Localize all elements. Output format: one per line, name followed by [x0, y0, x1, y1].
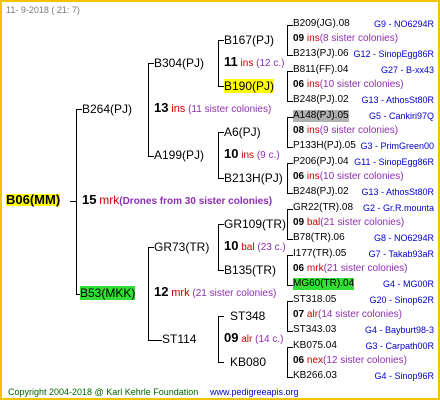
gen1-father-mother: B53(MKK)	[80, 286, 136, 300]
gen4-queen: KB266.03	[293, 370, 337, 381]
gen4-generation-info: G27 - B-xx43	[380, 65, 434, 75]
gen4-queen: A148(PJ).05	[293, 110, 349, 122]
connector-line	[218, 316, 224, 317]
gen4-generation-info: G12 - SinopEgg86R	[353, 49, 434, 59]
connector-line	[76, 109, 77, 294]
gen4-generation-info: G8 - NO6294R	[373, 233, 434, 243]
gen4-generation-info: G20 - Sinop62R	[369, 295, 434, 305]
connector-line	[287, 71, 288, 101]
gen4-queen: P133H(PJ).05	[293, 140, 356, 151]
gen4-generation-info: G4 - Bayburt98-3	[364, 325, 434, 335]
connector-line	[218, 40, 219, 86]
connector-line	[148, 63, 149, 156]
connector-line	[218, 316, 219, 362]
root-queen: B06(MM)	[6, 192, 61, 207]
gen3-node-4: B213H(PJ)	[224, 171, 283, 185]
gen4-generation-info: G3 - PrimGreen00	[360, 141, 434, 151]
gen2-node-3: GR73(TR)	[154, 240, 210, 254]
gen4-queen: ST343.03	[293, 324, 337, 335]
connector-line	[287, 347, 288, 377]
gen4-generation-info: G13 - AthosSt80R	[361, 187, 434, 197]
gen4-drones: 06 ins(10 sister colonies)	[293, 79, 404, 90]
gen3-node-5: GR109(TR)	[224, 217, 287, 231]
gen4-generation-info: G7 - Takab93aR	[368, 249, 434, 259]
gen4-drones: 06 mrk(21 sister colonies)	[293, 263, 408, 274]
gen4-queen: B209(JG).08	[293, 18, 350, 29]
gen4-generation-info: G3 - Carpath00R	[365, 341, 434, 351]
connector-line	[287, 301, 288, 331]
gen3-drones-1: 11 ins (12 c.)	[224, 54, 285, 69]
connector-line	[148, 247, 149, 340]
gen4-generation-info: G2 - Gr.R.mounta	[362, 203, 434, 213]
gen4-generation-info: G9 - NO6294R	[373, 19, 434, 29]
connector-line	[218, 224, 219, 270]
gen4-queen: B248(PJ).02	[293, 94, 349, 105]
gen4-queen: MG60(TR).04	[293, 278, 355, 290]
gen4-generation-info: G4 - Sinop96R	[374, 371, 434, 381]
gen4-generation-info: G11 - SinopEgg86R	[354, 157, 434, 167]
gen4-queen: B811(FF).04	[293, 64, 349, 75]
gen4-queen: B248(PJ).02	[293, 186, 349, 197]
gen1-mother-drones: 13 ins (11 sister colonies)	[154, 100, 272, 115]
gen4-drones: 09 bal(21 sister colonies)	[293, 217, 405, 228]
connector-line	[287, 117, 288, 147]
root-drone-info: 15 mrk(Drones from 30 sister colonies)	[82, 192, 273, 207]
gen4-drones: 08 ins(9 sister colonies)	[293, 125, 399, 136]
gen4-queen: ST318.05	[293, 294, 337, 305]
gen4-queen: B213(PJ).06	[293, 48, 349, 59]
gen4-queen: P206(PJ).04	[293, 156, 349, 167]
gen2-node-1: B304(PJ)	[154, 56, 205, 70]
gen2-node-2: A199(PJ)	[154, 148, 205, 162]
connector-line	[287, 209, 288, 239]
gen4-queen: I177(TR).05	[293, 248, 347, 259]
gen4-generation-info: G4 - MG00R	[382, 279, 434, 289]
connector-line	[287, 25, 288, 55]
connector-line	[148, 340, 162, 341]
gen4-queen: B78(TR).06	[293, 232, 345, 243]
gen4-queen: KB075.04	[293, 340, 337, 351]
gen4-drones: 06 ins(10 sister colonies)	[293, 171, 404, 182]
gen4-drones: 09 ins(8 sister colonies)	[293, 33, 399, 44]
gen3-drones-5: 10 bal (23 c.)	[224, 238, 286, 253]
gen3-node-6: B135(TR)	[224, 263, 277, 277]
gen1-father-drones: 12 mrk (21 sister colonies)	[154, 284, 277, 299]
gen3-node-3: A6(PJ)	[224, 125, 261, 139]
gen3-node-2: B190(PJ)	[224, 79, 275, 93]
gen3-node-1: B167(PJ)	[224, 33, 275, 47]
gen1-mother: B264(PJ)	[82, 102, 133, 116]
gen3-node-7: ST348	[230, 309, 266, 323]
gen2-node-4: ST114	[162, 332, 197, 346]
connector-line	[218, 132, 219, 178]
gen3-node-8: KB080	[230, 355, 267, 369]
gen4-drones: 06 nex(12 sister colonies)	[293, 355, 407, 366]
footer-url[interactable]: www.pedigreeapis.org	[210, 386, 299, 398]
gen4-queen: GR22(TR).08	[293, 202, 354, 213]
footer-copyright: Copyright 2004-2018 @ Karl Kehrle Founda…	[8, 387, 199, 397]
connector-line	[287, 255, 288, 285]
gen3-drones-7: 09 alr (14 c.)	[224, 330, 284, 345]
gen4-drones: 07 alr(14 sister colonies)	[293, 309, 402, 320]
gen4-generation-info: G5 - Cankiri97Q	[368, 111, 434, 121]
date-header: 11- 9-2018 ( 21: 7)	[6, 5, 80, 15]
gen4-generation-info: G13 - AthosSt80R	[361, 95, 434, 105]
connector-line	[287, 163, 288, 193]
pedigree-canvas: 11- 9-2018 ( 21: 7) B06(MM) 15 mrk(Drone…	[0, 0, 440, 400]
connector-line	[218, 362, 224, 363]
gen3-drones-3: 10 ins (9 c.)	[224, 146, 280, 161]
